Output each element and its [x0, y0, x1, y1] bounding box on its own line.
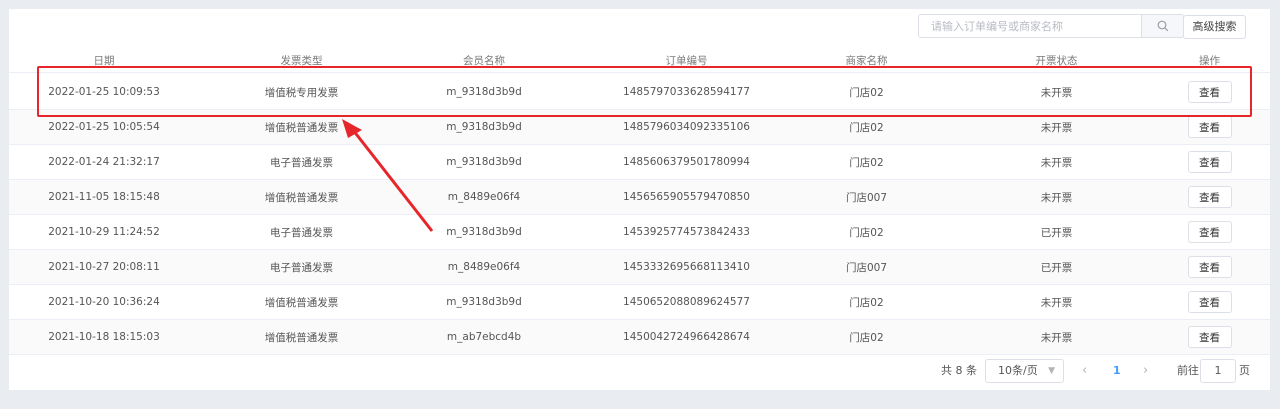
cell-member-name: m_8489e06f4 [447, 261, 521, 273]
cell-invoice-type: 增值税专用发票 [264, 86, 339, 99]
cell-merchant-name: 门店02 [849, 121, 884, 134]
view-button[interactable]: 查看 [1187, 221, 1232, 243]
cell-actions: 查看 [1159, 215, 1260, 249]
chevron-down-icon: ▼ [1048, 366, 1055, 376]
cell-member-name: m_9318d3b9d [446, 226, 522, 238]
table-row: 2022-01-25 10:05:54 增值税普通发票 m_9318d3b9d 148… [9, 110, 1270, 145]
cell-merchant-name: 门店02 [849, 331, 884, 344]
cell-order-number: 1485797033628594177 [623, 86, 750, 98]
page-size-value: 10条/页 [998, 364, 1038, 377]
cell-invoice-type: 电子普通发票 [270, 261, 333, 274]
cell-invoice-type: 电子普通发票 [270, 156, 333, 169]
cell-member-name: m_ab7ebcd4b [446, 331, 522, 343]
table-row: 2022-01-24 21:32:17 电子普通发票 m_9318d3b9d 1485… [9, 145, 1270, 180]
cell-merchant-name: 门店007 [845, 261, 888, 274]
cell-order-number: 1450652088089624577 [623, 296, 750, 308]
cell-date: 2021-10-20 10:36:24 [48, 296, 160, 308]
cell-order-number: 1453925774573842433 [623, 226, 750, 238]
cell-merchant-name: 门店02 [849, 226, 884, 239]
column-header-date: 日期 [93, 55, 115, 67]
cell-member-name: m_9318d3b9d [446, 86, 522, 98]
cell-merchant-name: 门店007 [845, 191, 888, 204]
goto-suffix: 页 [1239, 364, 1250, 377]
table-header: 日期 发票类型 会员名称 订单编号 商家名称 开票状态 操作 [9, 49, 1270, 73]
table-row: 2021-10-20 10:36:24 增值税普通发票 m_9318d3b9d 145… [9, 285, 1270, 320]
cell-order-number: 1485796034092335106 [623, 121, 750, 133]
cell-actions: 查看 [1159, 285, 1260, 319]
page-number-current[interactable]: 1 [1113, 358, 1121, 384]
column-header-order-number: 订单编号 [665, 55, 708, 67]
cell-merchant-name: 门店02 [849, 86, 884, 99]
view-button[interactable]: 查看 [1187, 256, 1232, 278]
view-button[interactable]: 查看 [1187, 116, 1232, 138]
chevron-left-icon[interactable]: ‹ [1082, 358, 1087, 384]
cell-actions: 查看 [1159, 145, 1260, 179]
cell-date: 2022-01-25 10:09:53 [48, 86, 160, 98]
cell-invoice-status: 未开票 [1040, 86, 1073, 99]
column-header-member-name: 会员名称 [463, 55, 505, 67]
cell-invoice-status: 未开票 [1040, 296, 1073, 309]
view-button[interactable]: 查看 [1187, 151, 1232, 173]
cell-order-number: 1453332695668113410 [623, 261, 750, 273]
cell-member-name: m_8489e06f4 [447, 191, 521, 203]
cell-date: 2021-10-27 20:08:11 [48, 261, 160, 273]
cell-merchant-name: 门店02 [849, 296, 884, 309]
cell-actions: 查看 [1159, 250, 1260, 284]
column-header-actions: 操作 [1199, 55, 1220, 67]
table-row: 2021-10-18 18:15:03 增值税普通发票 m_ab7ebcd4b 145… [9, 320, 1270, 355]
view-button[interactable]: 查看 [1187, 326, 1232, 348]
goto-page-input[interactable]: 1 [1200, 359, 1236, 383]
toolbar: 高级搜索 [9, 9, 1270, 43]
cell-invoice-type: 增值税普通发票 [264, 296, 339, 309]
pagination: 共 8 条 10条/页 ▼ ‹ 1 › 前往 1 页 [9, 358, 1270, 384]
column-header-merchant-name: 商家名称 [845, 55, 888, 67]
cell-date: 2022-01-25 10:05:54 [48, 121, 160, 133]
cell-order-number: 1456565905579470850 [623, 191, 750, 203]
cell-invoice-status: 未开票 [1040, 331, 1073, 344]
cell-date: 2022-01-24 21:32:17 [48, 156, 160, 168]
cell-invoice-status: 已开票 [1040, 261, 1073, 274]
cell-date: 2021-10-18 18:15:03 [48, 331, 160, 343]
table-row: 2021-10-27 20:08:11 电子普通发票 m_8489e06f4 1453… [9, 250, 1270, 285]
cell-actions: 查看 [1159, 110, 1260, 144]
cell-actions: 查看 [1159, 320, 1260, 354]
column-header-invoice-type: 发票类型 [280, 55, 323, 67]
cell-member-name: m_9318d3b9d [446, 156, 522, 168]
column-header-invoice-status: 开票状态 [1035, 55, 1078, 67]
cell-actions: 查看 [1159, 180, 1260, 214]
cell-invoice-status: 未开票 [1040, 121, 1073, 134]
cell-merchant-name: 门店02 [849, 156, 884, 169]
chevron-right-icon[interactable]: › [1143, 358, 1148, 384]
cell-order-number: 1450042724966428674 [623, 331, 750, 343]
cell-order-number: 1485606379501780994 [623, 156, 750, 168]
cell-invoice-status: 已开票 [1040, 226, 1073, 239]
search-icon [1157, 20, 1168, 32]
cell-invoice-status: 未开票 [1040, 156, 1073, 169]
table-row: 2021-10-29 11:24:52 电子普通发票 m_9318d3b9d 1453… [9, 215, 1270, 250]
view-button[interactable]: 查看 [1187, 291, 1232, 313]
search-button[interactable] [1141, 15, 1183, 37]
cell-invoice-type: 增值税普通发票 [264, 191, 339, 204]
table-row: 2021-11-05 18:15:48 增值税普通发票 m_8489e06f4 145… [9, 180, 1270, 215]
view-button[interactable]: 查看 [1187, 81, 1232, 103]
search-box [918, 14, 1184, 38]
search-input[interactable] [919, 15, 1139, 37]
cell-invoice-type: 增值税普通发票 [264, 121, 339, 134]
page-size-select[interactable]: 10条/页 ▼ [985, 359, 1064, 383]
cell-actions: 查看 [1159, 75, 1260, 109]
cell-date: 2021-10-29 11:24:52 [48, 226, 160, 238]
cell-invoice-type: 电子普通发票 [270, 226, 333, 239]
invoice-panel: 高级搜索 日期 发票类型 会员名称 订单编号 商家名称 开票状态 操作 2022… [9, 9, 1270, 390]
total-count: 共 8 条 [941, 364, 977, 377]
view-button[interactable]: 查看 [1187, 186, 1232, 208]
cell-date: 2021-11-05 18:15:48 [48, 191, 160, 203]
cell-member-name: m_9318d3b9d [446, 296, 522, 308]
table-row: 2022-01-25 10:09:53 增值税专用发票 m_9318d3b9d 148… [9, 75, 1270, 110]
cell-invoice-status: 未开票 [1040, 191, 1073, 204]
goto-prefix: 前往 [1177, 364, 1199, 377]
cell-member-name: m_9318d3b9d [446, 121, 522, 133]
advanced-search-button[interactable]: 高级搜索 [1183, 15, 1246, 39]
cell-invoice-type: 增值税普通发票 [264, 331, 339, 344]
